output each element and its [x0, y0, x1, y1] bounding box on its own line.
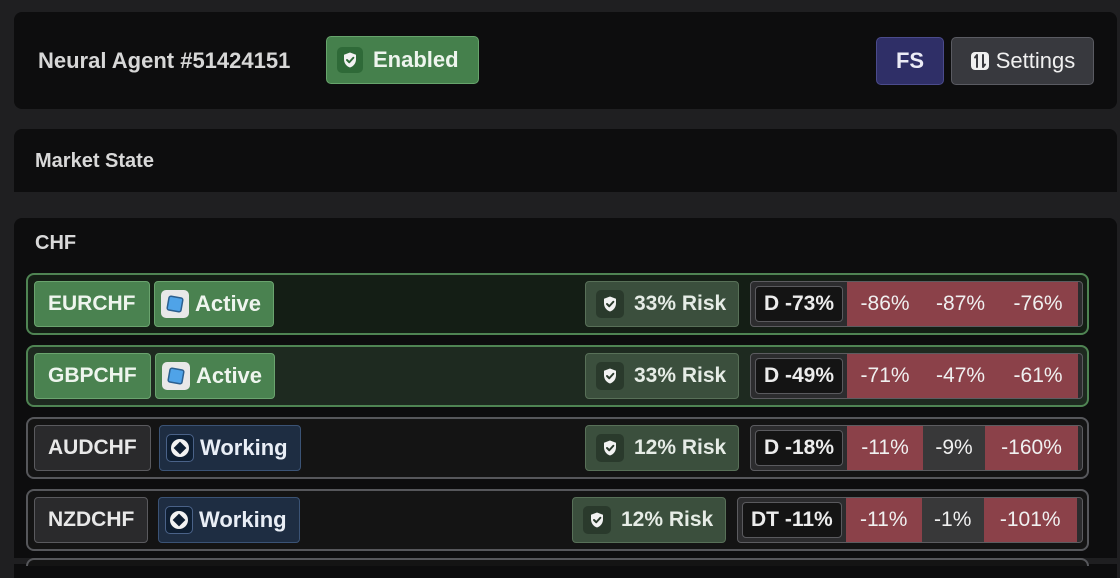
shield-check-icon: [337, 47, 363, 73]
status-label: Working: [199, 507, 287, 532]
symbol-badge[interactable]: EURCHF: [34, 281, 150, 327]
timeframe-label: DT -11%: [742, 502, 842, 538]
risk-badge: 33% Risk: [585, 353, 740, 399]
risk-badge: 33% Risk: [585, 281, 740, 327]
risk-label: 33% Risk: [634, 292, 727, 315]
metric-cell: -76%: [998, 282, 1079, 326]
risk-badge: 12% Risk: [572, 497, 727, 543]
pair-row-nzdchf[interactable]: NZDCHF Working 12% Risk DT -11% -11% -1%…: [26, 489, 1089, 551]
metrics-group: D -18% -11% -9% -160%: [750, 425, 1083, 471]
next-row-edge: [26, 558, 1089, 566]
status-badge[interactable]: Working: [159, 425, 301, 471]
symbol-badge[interactable]: NZDCHF: [34, 497, 149, 543]
status-label: Active: [195, 291, 262, 316]
shield-check-icon: [596, 290, 624, 318]
enabled-label: Enabled: [373, 47, 459, 72]
chf-section: CHF EURCHF Active 33% Risk D -73% -86% -…: [14, 218, 1117, 578]
shield-check-icon: [583, 506, 611, 534]
status-label: Active: [196, 363, 263, 388]
metric-cell: -160%: [985, 426, 1079, 470]
risk-label: 12% Risk: [621, 508, 714, 531]
metric-cell: -61%: [998, 354, 1079, 398]
shield-check-icon: [596, 362, 624, 390]
metrics-group: D -73% -86% -87% -76%: [750, 281, 1083, 327]
agent-header: Neural Agent #51424151 Enabled FS Settin…: [14, 12, 1117, 109]
cube-icon: [161, 290, 189, 318]
chf-title: CHF: [35, 232, 77, 254]
market-state-title: Market State: [35, 150, 154, 172]
metric-cell: -47%: [923, 354, 999, 398]
metric-cell: -1%: [921, 498, 984, 542]
pair-row-audchf[interactable]: AUDCHF Working 12% Risk D -18% -11% -9% …: [26, 417, 1089, 479]
diamond-icon: [166, 434, 194, 462]
sliders-icon: [970, 51, 990, 71]
risk-label: 33% Risk: [634, 364, 727, 387]
settings-label: Settings: [995, 48, 1076, 73]
diamond-icon: [165, 506, 193, 534]
agent-title: Neural Agent #51424151: [38, 48, 291, 73]
timeframe-label: D -18%: [755, 430, 844, 466]
market-state-section: Market State: [14, 129, 1117, 192]
pair-row-gbpchf[interactable]: GBPCHF Active 33% Risk D -49% -71% -47% …: [26, 345, 1089, 407]
metric-cell: -11%: [845, 498, 922, 542]
metric-cell: -86%: [847, 282, 924, 326]
metric-cell: -87%: [923, 282, 999, 326]
settings-button[interactable]: Settings: [951, 37, 1094, 85]
metric-cell: -9%: [923, 426, 986, 470]
risk-label: 12% Risk: [634, 436, 727, 459]
metric-cell: -101%: [983, 498, 1077, 542]
pair-row-eurchf[interactable]: EURCHF Active 33% Risk D -73% -86% -87% …: [26, 273, 1089, 335]
enabled-badge[interactable]: Enabled: [326, 36, 479, 84]
metrics-group: D -49% -71% -47% -61%: [750, 353, 1083, 399]
timeframe-label: D -73%: [755, 286, 844, 322]
status-badge[interactable]: Active: [154, 281, 275, 327]
metric-cell: -11%: [847, 426, 924, 470]
shield-check-icon: [596, 434, 624, 462]
metric-cell: -71%: [847, 354, 924, 398]
fs-button[interactable]: FS: [876, 37, 944, 85]
cube-icon: [162, 362, 190, 390]
timeframe-label: D -49%: [755, 358, 844, 394]
symbol-badge[interactable]: GBPCHF: [34, 353, 151, 399]
status-badge[interactable]: Working: [158, 497, 300, 543]
symbol-badge[interactable]: AUDCHF: [34, 425, 151, 471]
status-badge[interactable]: Active: [155, 353, 276, 399]
metrics-group: DT -11% -11% -1% -101%: [737, 497, 1083, 543]
status-label: Working: [200, 435, 288, 460]
risk-badge: 12% Risk: [585, 425, 740, 471]
